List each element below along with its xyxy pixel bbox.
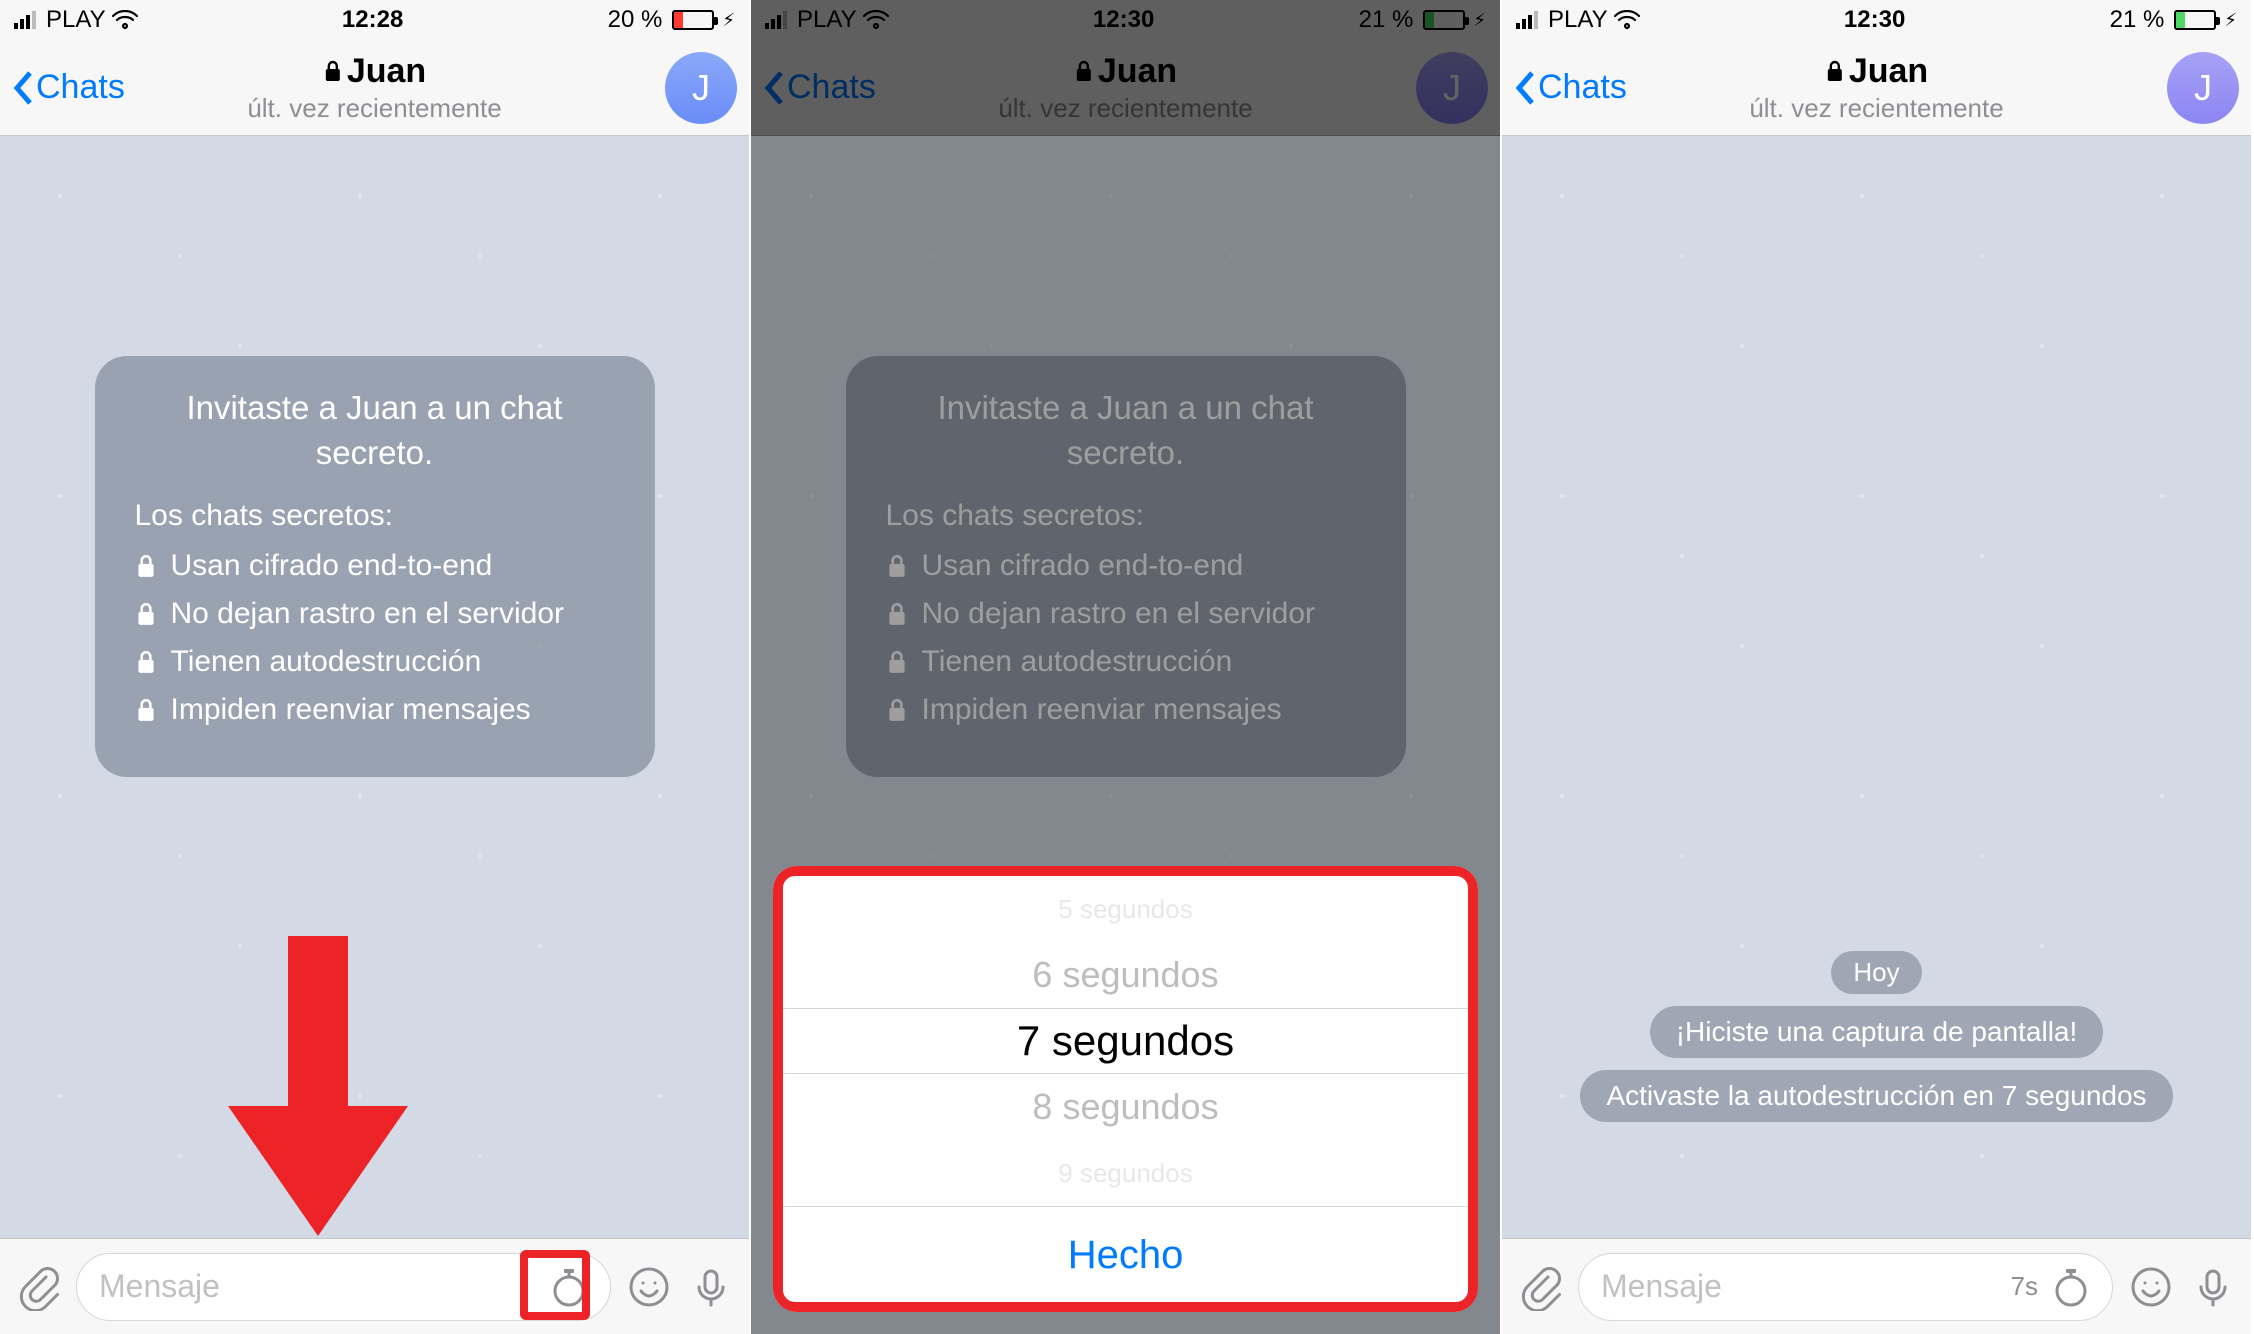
timer-picker-sheet: 5 segundos 6 segundos 7 segundos 8 segun… <box>773 866 1478 1312</box>
avatar[interactable]: J <box>2167 52 2239 124</box>
back-label: Chats <box>1538 68 1627 107</box>
stopwatch-icon <box>2052 1266 2090 1308</box>
chat-area[interactable]: Invitaste a Juan a un chat secreto. Los … <box>0 136 749 1238</box>
last-seen-label: últ. vez recientemente <box>1749 93 2003 124</box>
attach-icon[interactable] <box>14 1263 62 1311</box>
bubble-title-l1: Invitaste a Juan a un chat <box>186 389 562 426</box>
charging-icon: ⚡︎ <box>722 10 735 31</box>
charging-icon: ⚡︎ <box>2224 10 2237 31</box>
back-button[interactable]: Chats <box>12 68 125 107</box>
clock-label: 12:30 <box>1844 6 1905 34</box>
battery-pct-label: 20 % <box>608 6 663 34</box>
picker-option[interactable]: 8 segundos <box>783 1074 1468 1140</box>
screen-1: PLAY 12:28 20 % ⚡︎ Chats Juan últ. vez r… <box>0 0 751 1334</box>
message-input[interactable]: Mensaje 7s <box>1578 1253 2113 1321</box>
chat-area[interactable]: Hoy ¡Hiciste una captura de pantalla! Ac… <box>1502 136 2251 1238</box>
bubble-item: Usan cifrado end-to-end <box>135 549 615 583</box>
compose-toolbar: Mensaje 7s <box>1502 1238 2251 1334</box>
picker-done-button[interactable]: Hecho <box>783 1206 1468 1302</box>
back-button[interactable]: Chats <box>1514 68 1627 107</box>
mic-icon[interactable] <box>687 1263 735 1311</box>
signal-icon <box>1516 11 1538 29</box>
status-bar: PLAY 12:30 21 % ⚡︎ <box>1502 0 2251 40</box>
timer-badge-label: 7s <box>2011 1271 2038 1302</box>
chat-header: Chats Juan últ. vez recientemente J <box>1502 40 2251 136</box>
contact-name: Juan <box>1849 52 1928 91</box>
date-pill: Hoy <box>1831 951 1921 994</box>
battery-pct-label: 21 % <box>2110 6 2165 34</box>
back-label: Chats <box>36 68 125 107</box>
bubble-item: Impiden reenviar mensajes <box>135 693 615 727</box>
compose-toolbar: Mensaje <box>0 1238 749 1334</box>
contact-name: Juan <box>347 52 426 91</box>
carrier-label: PLAY <box>1548 6 1608 34</box>
annotation-arrow-icon <box>228 936 408 1236</box>
battery-icon <box>2174 10 2216 30</box>
secret-chat-info-bubble: Invitaste a Juan a un chat secreto. Los … <box>95 356 655 777</box>
chat-header: Chats Juan últ. vez recientemente J <box>0 40 749 136</box>
header-title-block[interactable]: Juan últ. vez recientemente <box>247 52 501 124</box>
attach-icon[interactable] <box>1516 1263 1564 1311</box>
picker-option[interactable]: 5 segundos <box>783 876 1468 942</box>
header-title-block[interactable]: Juan últ. vez recientemente <box>1749 52 2003 124</box>
picker-option[interactable]: 6 segundos <box>783 942 1468 1008</box>
mic-icon[interactable] <box>2189 1263 2237 1311</box>
clock-label: 12:28 <box>342 6 403 34</box>
annotation-highlight-box <box>520 1250 590 1320</box>
lock-icon <box>323 59 343 83</box>
system-message-pill: ¡Hiciste una captura de pantalla! <box>1650 1006 2104 1058</box>
lock-icon <box>1825 59 1845 83</box>
last-seen-label: últ. vez recientemente <box>247 93 501 124</box>
annotation-highlight-box: 5 segundos 6 segundos 7 segundos 8 segun… <box>773 866 1478 1312</box>
chevron-left-icon <box>12 70 34 106</box>
message-placeholder: Mensaje <box>99 1268 220 1305</box>
bubble-item: Tienen autodestrucción <box>135 645 615 679</box>
bubble-title-l2: secreto. <box>316 434 433 471</box>
wifi-icon <box>1614 10 1640 30</box>
message-placeholder: Mensaje <box>1601 1268 1722 1305</box>
signal-icon <box>14 11 36 29</box>
bubble-item: No dejan rastro en el servidor <box>135 597 615 631</box>
picker-wheel[interactable]: 5 segundos 6 segundos 7 segundos 8 segun… <box>783 876 1468 1206</box>
self-destruct-timer-button[interactable]: 7s <box>2011 1266 2090 1308</box>
battery-icon <box>672 10 714 30</box>
bubble-list-label: Los chats secretos: <box>135 499 615 533</box>
chevron-left-icon <box>1514 70 1536 106</box>
sticker-icon[interactable] <box>2127 1263 2175 1311</box>
status-bar: PLAY 12:28 20 % ⚡︎ <box>0 0 749 40</box>
avatar[interactable]: J <box>665 52 737 124</box>
system-message-pill: Activaste la autodestrucción en 7 segund… <box>1580 1070 2172 1122</box>
wifi-icon <box>112 10 138 30</box>
screen-2: PLAY 12:30 21 % ⚡︎ Chats Juan últ. vez r… <box>751 0 1502 1334</box>
sticker-icon[interactable] <box>625 1263 673 1311</box>
picker-option[interactable]: 9 segundos <box>783 1140 1468 1206</box>
carrier-label: PLAY <box>46 6 106 34</box>
screen-3: PLAY 12:30 21 % ⚡︎ Chats Juan últ. vez r… <box>1502 0 2253 1334</box>
